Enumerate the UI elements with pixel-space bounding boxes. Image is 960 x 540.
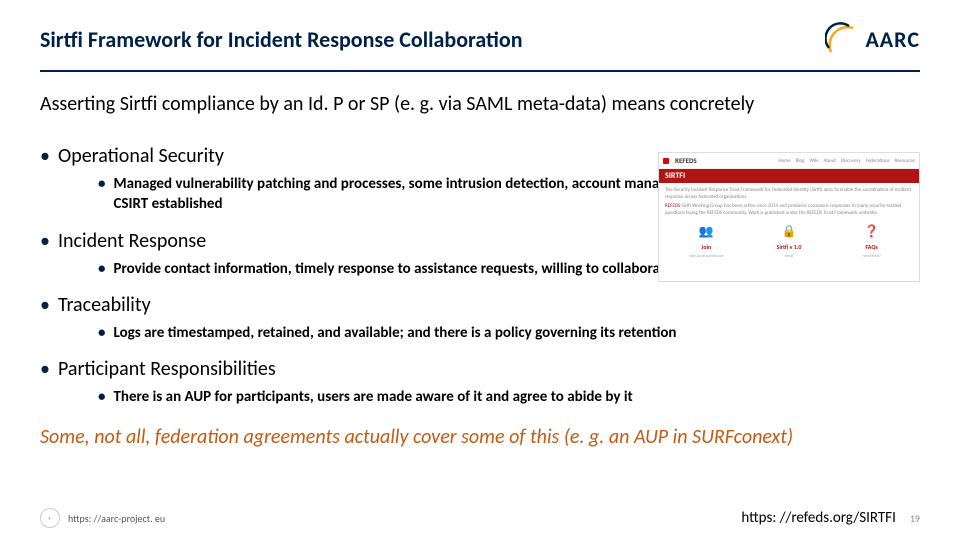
aarc-logo: AARC <box>825 22 920 56</box>
thumb-banner: SIRTFI <box>659 169 919 183</box>
aarc-mini-logo-icon: ◐ <box>40 508 60 528</box>
section-heading-text: Incident Response <box>58 229 206 253</box>
slide-title: Sirtfi Framework for Incident Response C… <box>40 26 523 53</box>
footer-right-url: https: //refeds.org/SIRTFI <box>741 509 895 527</box>
bullet-icon: • <box>40 231 50 251</box>
sub-bullet: • There is an AUP for participants, user… <box>98 387 920 407</box>
thumb-link: REFEDS <box>665 203 680 209</box>
intro-text: Asserting Sirtfi compliance by an Id. P … <box>40 92 920 116</box>
thumb-line2-rest: Sirtfi Working Group has been active sin… <box>665 203 901 216</box>
thumb-line1: The Security Incident Response Trust Fra… <box>665 187 913 200</box>
slide: Sirtfi Framework for Incident Response C… <box>0 0 960 540</box>
thumb-nav-item: About <box>824 158 836 164</box>
section-traceability: • Traceability • Logs are timestamped, r… <box>40 293 920 343</box>
thumb-nav-item: Blog <box>796 158 805 164</box>
aarc-logo-icon <box>825 22 859 56</box>
refeds-logo-icon <box>663 158 669 164</box>
bullet-icon: • <box>40 295 50 315</box>
question-icon: ❓ <box>863 224 881 242</box>
bullet-icon: • <box>98 174 105 194</box>
header-rule <box>40 70 920 72</box>
thumb-card-sub: Read <box>785 254 793 259</box>
thumb-cards: 👥 Join Sign up to participate 🔒 Sirtfi v… <box>665 224 913 259</box>
thumb-nav: Home Blog Wiki About Discovery Federatio… <box>778 158 915 164</box>
section-heading-text: Participant Responsibilities <box>58 357 276 381</box>
bullet-icon: • <box>98 387 105 407</box>
section-participant-responsibilities: • Participant Responsibilities • There i… <box>40 357 920 407</box>
thumb-body: The Security Incident Response Trust Fra… <box>659 183 919 263</box>
footer: ◐ https: //aarc-project. eu https: //ref… <box>40 508 920 528</box>
refeds-screenshot: REFEDS Home Blog Wiki About Discovery Fe… <box>658 152 920 282</box>
thumb-card-label: Join <box>701 244 711 252</box>
header: Sirtfi Framework for Incident Response C… <box>40 0 920 56</box>
lock-icon: 🔒 <box>780 224 798 242</box>
thumb-card-sub: Sign up to participate <box>689 254 724 259</box>
thumb-brand: REFEDS <box>675 156 697 165</box>
sub-bullet-text: There is an AUP for participants, users … <box>113 387 632 407</box>
sub-bullet: • Logs are timestamped, retained, and av… <box>98 323 920 343</box>
sub-bullet-text: Logs are timestamped, retained, and avai… <box>113 323 676 343</box>
thumb-card-faqs: ❓ FAQs Need help? <box>842 224 902 259</box>
section-heading-text: Traceability <box>58 293 151 317</box>
section-heading-text: Operational Security <box>58 144 224 168</box>
bullet-icon: • <box>98 323 105 343</box>
thumb-card-sirtfi: 🔒 Sirtfi v 1.0 Read <box>759 224 819 259</box>
thumb-line2: REFEDS Sirtfi Working Group has been act… <box>665 203 913 216</box>
thumb-nav-item: Home <box>778 158 790 164</box>
thumb-card-join: 👥 Join Sign up to participate <box>676 224 736 259</box>
thumb-nav-item: Discovery <box>841 158 861 164</box>
section-heading: • Traceability <box>40 293 920 317</box>
footer-left-url: https: //aarc-project. eu <box>68 512 165 525</box>
footnote: Some, not all, federation agreements act… <box>40 425 920 449</box>
thumb-card-sub: Need help? <box>862 254 881 259</box>
bullet-icon: • <box>40 359 50 379</box>
people-icon: 👥 <box>697 224 715 242</box>
bullet-icon: • <box>98 259 105 279</box>
section-heading: • Participant Responsibilities <box>40 357 920 381</box>
page-number: 19 <box>910 512 920 525</box>
footer-left: ◐ https: //aarc-project. eu <box>40 508 165 528</box>
aarc-logo-text: AARC <box>865 26 920 53</box>
thumb-nav-item: Federations <box>866 158 890 164</box>
thumb-header: REFEDS Home Blog Wiki About Discovery Fe… <box>659 153 919 169</box>
thumb-card-label: Sirtfi v 1.0 <box>777 244 802 252</box>
bullet-icon: • <box>40 146 50 166</box>
thumb-nav-item: Resources <box>894 158 915 164</box>
thumb-nav-item: Wiki <box>810 158 819 164</box>
footer-right: https: //refeds.org/SIRTFI 19 <box>741 509 920 527</box>
thumb-card-label: FAQs <box>865 244 877 252</box>
